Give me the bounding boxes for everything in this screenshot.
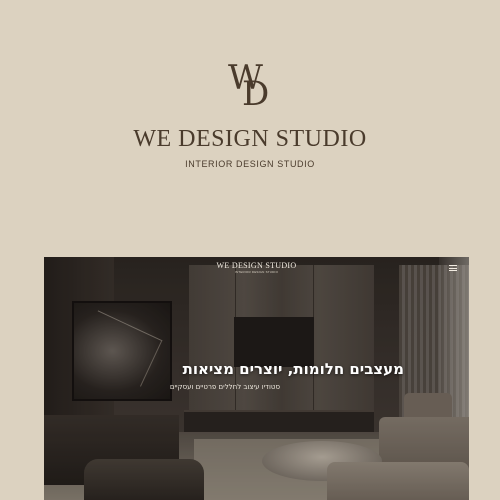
site-logo[interactable]: WE DESIGN STUDIO: [194, 261, 319, 270]
site-logo-tagline: INTERIOR DESIGN STUDIO: [234, 270, 279, 274]
monogram-logo: W D: [222, 58, 278, 114]
hero-title: מעצבים חלומות, יוצרים מציאות: [182, 360, 404, 378]
brand-tagline: INTERIOR DESIGN STUDIO: [185, 159, 315, 169]
website-preview: WE DESIGN STUDIO INTERIOR DESIGN STUDIO …: [44, 257, 469, 500]
hero-overlay: [44, 257, 469, 500]
brand-header: W D WE DESIGN STUDIO INTERIOR DESIGN STU…: [0, 0, 500, 200]
menu-line: [449, 270, 457, 271]
hero-subtitle: סטודיו עיצוב לחללים פרטיים ועסקיים: [169, 383, 280, 391]
hamburger-menu-icon[interactable]: [449, 265, 457, 271]
menu-line: [449, 265, 457, 266]
monogram-letter-d: D: [242, 74, 270, 114]
brand-name: WE DESIGN STUDIO: [133, 126, 367, 152]
menu-line: [449, 267, 457, 269]
